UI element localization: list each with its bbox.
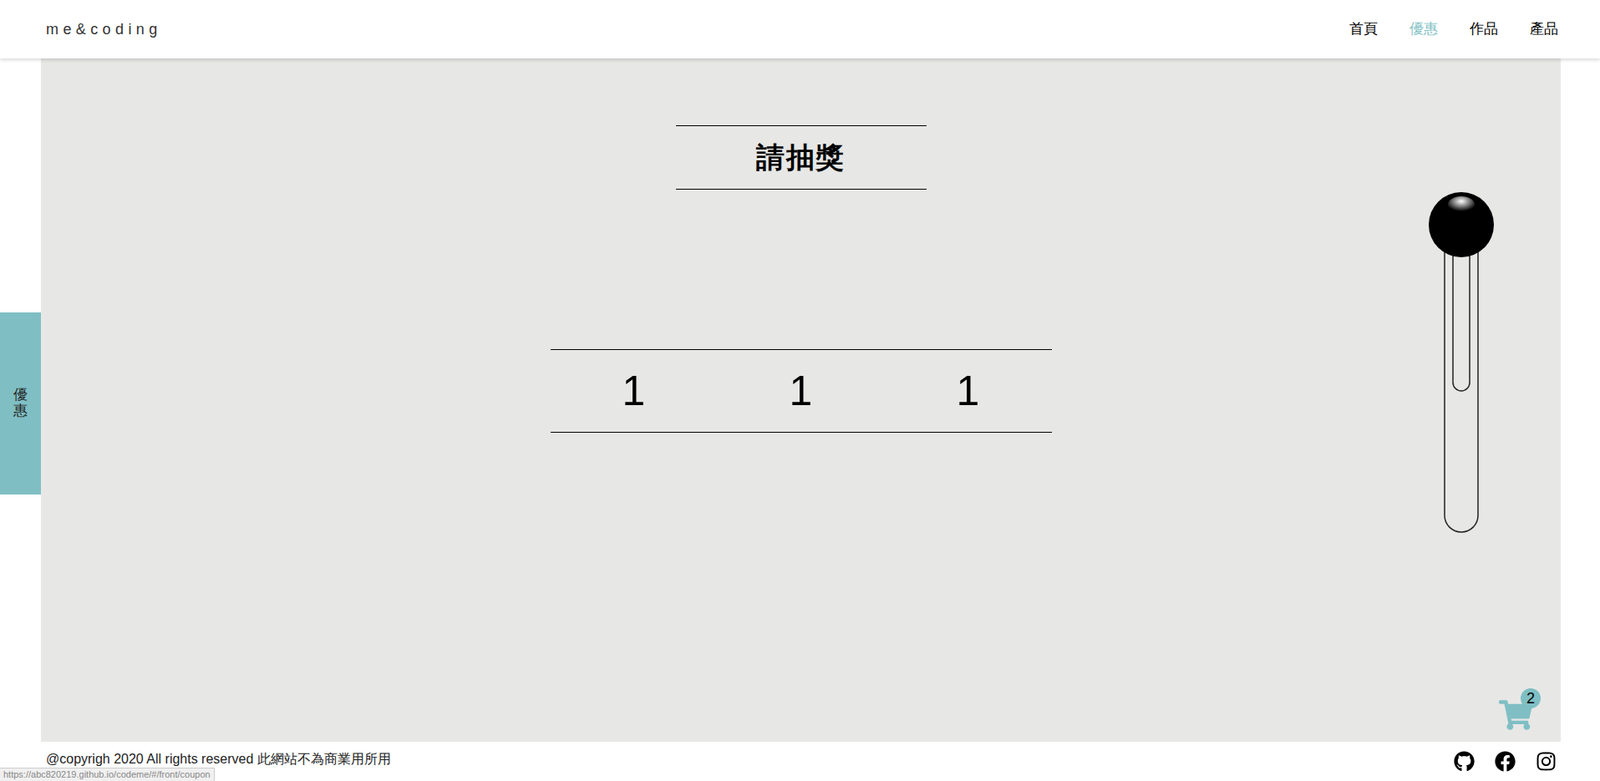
logo[interactable]: me&coding [45,18,163,41]
header: me&coding 首頁 優惠 作品 產品 [0,0,1600,59]
cart-badge: 2 [1520,688,1541,709]
slot-row: 111 [550,349,1052,433]
nav-item[interactable]: 優惠 [1409,18,1438,41]
footer: @copyrigh 2020 All rights reserved 此網站不為… [0,741,1600,781]
status-bar: https://abc820219.github.io/codeme/#/fro… [0,767,215,781]
slot-number: 1 [717,360,885,423]
lottery-panel: 請抽獎1112 [40,58,1561,742]
right-gutter [1560,58,1600,742]
main: 優惠請抽獎1112 [0,58,1600,742]
instagram-icon[interactable] [1535,751,1557,773]
slot-number: 1 [884,360,1052,423]
nav: 首頁 優惠 作品 產品 [1349,18,1559,41]
cart-button[interactable]: 2 [1498,693,1538,732]
left-gutter: 優惠 [0,58,41,742]
lever-icon[interactable] [1427,191,1495,536]
slot-number: 1 [550,360,718,423]
copyright: @copyrigh 2020 All rights reserved 此網站不為… [45,749,392,770]
page: me&coding首頁優惠作品產品優惠請抽獎1112@copyrigh 2020… [0,0,1600,781]
lottery-title: 請抽獎 [675,125,927,190]
social-links [1453,749,1557,773]
nav-item[interactable]: 作品 [1469,18,1499,41]
nav-item[interactable]: 首頁 [1349,18,1378,41]
side-tab[interactable]: 優惠 [0,312,41,495]
github-icon[interactable] [1453,751,1475,773]
facebook-icon[interactable] [1494,751,1516,773]
nav-item[interactable]: 產品 [1529,18,1559,41]
